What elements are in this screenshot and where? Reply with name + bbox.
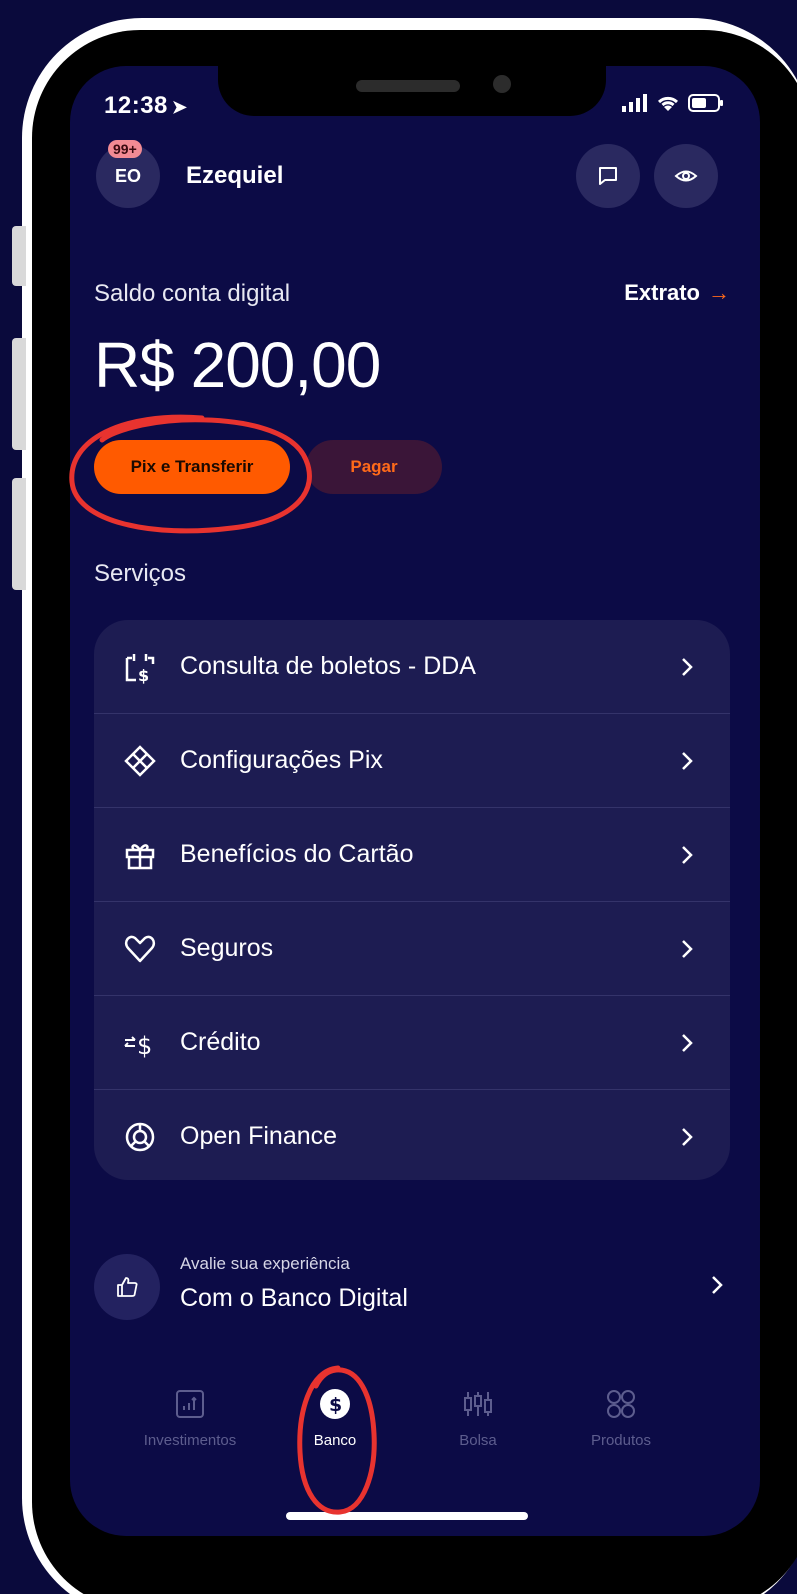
status-time: 12:38 ➤: [104, 92, 187, 120]
tab-investimentos[interactable]: Investimentos: [120, 1384, 260, 1449]
service-label: Benefícios do Cartão: [180, 840, 414, 868]
service-label: Open Finance: [180, 1122, 338, 1150]
credit-exchange-icon: $: [122, 1025, 158, 1061]
status-time-text: 12:38: [104, 92, 168, 119]
service-label: Configurações Pix: [180, 746, 383, 774]
tab-bolsa[interactable]: Bolsa: [408, 1384, 548, 1449]
service-item-credit[interactable]: $ Crédito: [94, 996, 730, 1090]
service-item-boletos[interactable]: $ Consulta de boletos - DDA: [94, 620, 730, 714]
service-label: Seguros: [180, 934, 274, 962]
services-title: Serviços: [94, 560, 187, 587]
svg-text:$: $: [137, 1032, 152, 1060]
toggle-visibility-button[interactable]: [654, 144, 718, 208]
chevron-right-icon: [682, 845, 693, 864]
location-arrow-icon: ➤: [171, 97, 188, 117]
pix-transfer-button[interactable]: Pix e Transferir: [94, 440, 290, 494]
open-finance-icon: [122, 1119, 158, 1155]
balance-value: R$ 200,00: [94, 329, 381, 401]
chat-button[interactable]: [576, 144, 640, 208]
tab-label: Bolsa: [459, 1432, 497, 1449]
chart-icon: [120, 1384, 260, 1424]
signal-icon: [622, 94, 647, 112]
thumbs-up-icon: [94, 1254, 160, 1320]
tab-produtos[interactable]: Produtos: [551, 1384, 691, 1449]
service-item-pix-settings[interactable]: Configurações Pix: [94, 714, 730, 808]
wifi-icon: [657, 96, 679, 111]
speaker: [356, 80, 460, 92]
app-screen: 12:38 ➤ EO 99+ Ezequiel Saldo conta digi…: [70, 66, 760, 1536]
service-item-insurance[interactable]: Seguros: [94, 902, 730, 996]
heart-icon: [122, 931, 158, 967]
avatar-initials: EO: [114, 165, 141, 186]
feedback-title: Com o Banco Digital: [180, 1284, 408, 1312]
front-camera: [493, 75, 511, 93]
page: 12:38 ➤ EO 99+ Ezequiel Saldo conta digi…: [0, 0, 797, 1594]
chevron-right-icon: [682, 939, 693, 958]
service-item-open-finance[interactable]: Open Finance: [94, 1090, 730, 1180]
grid-icon: [551, 1384, 691, 1424]
services-list: $ Consulta de boletos - DDA Configuraçõe…: [94, 620, 730, 1180]
gift-icon: [122, 837, 158, 873]
candlestick-icon: [408, 1384, 548, 1424]
service-label: Consulta de boletos - DDA: [180, 652, 476, 680]
dollar-coin-icon: $: [265, 1384, 405, 1424]
notch: [218, 66, 606, 116]
notification-badge: 99+: [108, 140, 142, 158]
user-name: Ezequiel: [186, 162, 284, 189]
tab-label: Investimentos: [143, 1432, 237, 1449]
pix-icon: [122, 743, 158, 779]
svg-text:$: $: [138, 666, 149, 684]
tab-label: Produtos: [590, 1432, 652, 1449]
tab-label: Banco: [313, 1432, 357, 1449]
feedback-subtitle: Avalie sua experiência: [180, 1254, 350, 1273]
side-button-mute: [12, 226, 26, 286]
extrato-link[interactable]: Extrato →: [624, 280, 730, 306]
eye-icon: [674, 170, 698, 182]
bottom-tab-bar: Investimentos $ Banco Bolsa Produtos: [70, 1366, 760, 1476]
chat-icon: [599, 167, 617, 185]
battery-icon: [688, 94, 723, 112]
home-indicator: [286, 1512, 528, 1520]
svg-text:$: $: [329, 1394, 342, 1416]
side-button-volume-up: [12, 338, 26, 450]
service-item-card-benefits[interactable]: Benefícios do Cartão: [94, 808, 730, 902]
feedback-row[interactable]: Avalie sua experiência Com o Banco Digit…: [94, 1246, 734, 1326]
calendar-dollar-icon: $: [122, 649, 158, 685]
balance-label: Saldo conta digital: [94, 280, 291, 307]
chevron-right-icon: [682, 657, 693, 676]
chevron-right-icon: [682, 751, 693, 770]
status-icons: [622, 94, 724, 112]
chevron-right-icon: [682, 1033, 693, 1052]
arrow-right-icon: →: [708, 280, 730, 305]
extrato-label: Extrato: [624, 280, 700, 305]
chevron-right-icon: [682, 1127, 693, 1146]
service-label: Crédito: [180, 1028, 261, 1056]
side-button-volume-down: [12, 478, 26, 590]
chevron-right-icon: [712, 1276, 723, 1294]
tab-banco[interactable]: $ Banco: [265, 1384, 405, 1449]
pay-button[interactable]: Pagar: [306, 440, 442, 494]
